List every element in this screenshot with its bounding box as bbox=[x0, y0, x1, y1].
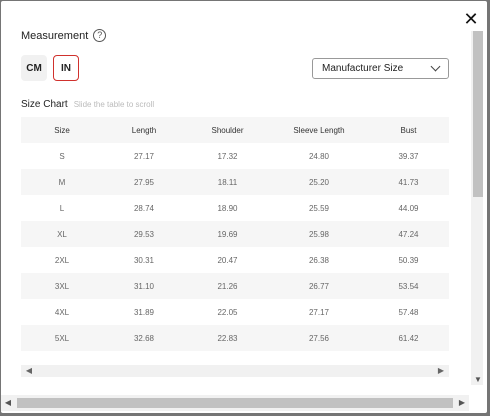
table-cell: 50.39 bbox=[398, 255, 419, 265]
table-cell: 27.56 bbox=[270, 325, 368, 351]
size-guide-modal: ✕ Measurement ? CM IN Manufacturer Size … bbox=[1, 1, 487, 413]
table-cell: M bbox=[21, 169, 103, 195]
table-cell: 25.20 bbox=[270, 169, 368, 195]
column-header-length: Length bbox=[103, 117, 185, 143]
column-header-size: Size bbox=[21, 117, 103, 143]
size-chart-hint: Slide the table to scroll bbox=[73, 100, 155, 109]
size-type-select[interactable]: Manufacturer Size bbox=[312, 58, 449, 79]
table-cell: 25.59 bbox=[308, 203, 330, 213]
vertical-scrollbar-thumb[interactable] bbox=[473, 31, 483, 197]
table-cell: 26.38 bbox=[308, 255, 330, 265]
table-row: 3XL 31.10 21.26 26.77 53.54 bbox=[21, 273, 449, 299]
table-row: 4XL 31.89 22.05 27.17 57.48 bbox=[21, 299, 449, 325]
unit-toggle: CM IN bbox=[21, 55, 79, 81]
unit-cm-button[interactable]: CM bbox=[21, 55, 47, 81]
table-cell: 17.32 bbox=[217, 151, 238, 161]
column-header-sleeve-length: Sleeve Length bbox=[270, 117, 368, 143]
table-cell: 57.48 bbox=[398, 307, 419, 317]
size-chart-table-container[interactable]: Size Length Shoulder Sleeve Length Bust … bbox=[21, 117, 449, 383]
table-cell: 24.80 bbox=[308, 151, 330, 161]
help-icon[interactable]: ? bbox=[93, 29, 107, 42]
table-cell: 53.54 bbox=[368, 273, 449, 299]
table-row: L 28.74 18.90 25.59 44.09 bbox=[21, 195, 449, 221]
size-chart-table: Size Length Shoulder Sleeve Length Bust … bbox=[21, 117, 449, 351]
modal-vertical-scrollbar[interactable]: ▼ bbox=[471, 31, 483, 385]
column-header-bust: Bust bbox=[368, 117, 449, 143]
table-cell: S bbox=[59, 151, 65, 161]
table-cell: 47.24 bbox=[368, 221, 449, 247]
table-cell: 22.83 bbox=[185, 325, 270, 351]
table-cell: 4XL bbox=[54, 307, 70, 317]
table-cell: 2XL bbox=[54, 255, 70, 265]
chevron-down-icon bbox=[430, 61, 441, 72]
scroll-left-arrow-icon[interactable]: ◀ bbox=[23, 365, 35, 377]
table-row: 2XL 30.31 20.47 26.38 50.39 bbox=[21, 247, 449, 273]
table-cell: XL bbox=[21, 221, 103, 247]
table-cell: 28.74 bbox=[133, 203, 155, 213]
table-cell: 25.98 bbox=[270, 221, 368, 247]
horizontal-scrollbar-thumb[interactable] bbox=[17, 398, 453, 408]
table-row: XL 29.53 19.69 25.98 47.24 bbox=[21, 221, 449, 247]
table-cell: 29.53 bbox=[103, 221, 185, 247]
table-cell: 3XL bbox=[21, 273, 103, 299]
table-cell: 44.09 bbox=[398, 203, 419, 213]
scroll-down-arrow-icon[interactable]: ▼ bbox=[473, 375, 483, 385]
table-cell: 19.69 bbox=[185, 221, 270, 247]
table-cell: L bbox=[59, 203, 65, 213]
table-cell: 32.68 bbox=[103, 325, 185, 351]
table-cell: 20.47 bbox=[217, 255, 238, 265]
size-chart-header: Size Chart Slide the table to scroll bbox=[21, 99, 154, 110]
table-cell: 39.37 bbox=[398, 151, 419, 161]
close-icon[interactable]: ✕ bbox=[463, 10, 479, 28]
table-cell: 30.31 bbox=[133, 255, 155, 265]
title-row: Measurement ? bbox=[21, 29, 107, 42]
column-header-shoulder: Shoulder bbox=[185, 117, 270, 143]
table-cell: 18.90 bbox=[217, 203, 238, 213]
table-cell: 27.95 bbox=[103, 169, 185, 195]
table-cell: 5XL bbox=[21, 325, 103, 351]
table-cell: 21.26 bbox=[185, 273, 270, 299]
table-cell: 61.42 bbox=[368, 325, 449, 351]
table-header-row: Size Length Shoulder Sleeve Length Bust bbox=[21, 117, 449, 143]
table-row: 5XL 32.68 22.83 27.56 61.42 bbox=[21, 325, 449, 351]
table-cell: 26.77 bbox=[270, 273, 368, 299]
modal-title: Measurement bbox=[21, 29, 89, 42]
table-cell: 31.89 bbox=[133, 307, 155, 317]
scroll-left-arrow-icon[interactable]: ◀ bbox=[1, 395, 15, 411]
scroll-right-arrow-icon[interactable]: ▶ bbox=[455, 395, 469, 411]
table-row: M 27.95 18.11 25.20 41.73 bbox=[21, 169, 449, 195]
table-horizontal-scrollbar[interactable]: ◀ ▶ bbox=[21, 365, 449, 377]
table-row: S 27.17 17.32 24.80 39.37 bbox=[21, 143, 449, 169]
table-cell: 31.10 bbox=[103, 273, 185, 299]
modal-horizontal-scrollbar[interactable]: ◀ ▶ bbox=[1, 395, 469, 411]
table-cell: 41.73 bbox=[368, 169, 449, 195]
unit-in-button[interactable]: IN bbox=[53, 55, 79, 81]
table-cell: 18.11 bbox=[185, 169, 270, 195]
size-chart-title: Size Chart bbox=[21, 99, 68, 110]
scroll-right-arrow-icon[interactable]: ▶ bbox=[435, 365, 447, 377]
table-cell: 27.17 bbox=[133, 151, 155, 161]
table-cell: 22.05 bbox=[217, 307, 238, 317]
size-type-select-value: Manufacturer Size bbox=[322, 63, 404, 74]
table-cell: 27.17 bbox=[308, 307, 330, 317]
